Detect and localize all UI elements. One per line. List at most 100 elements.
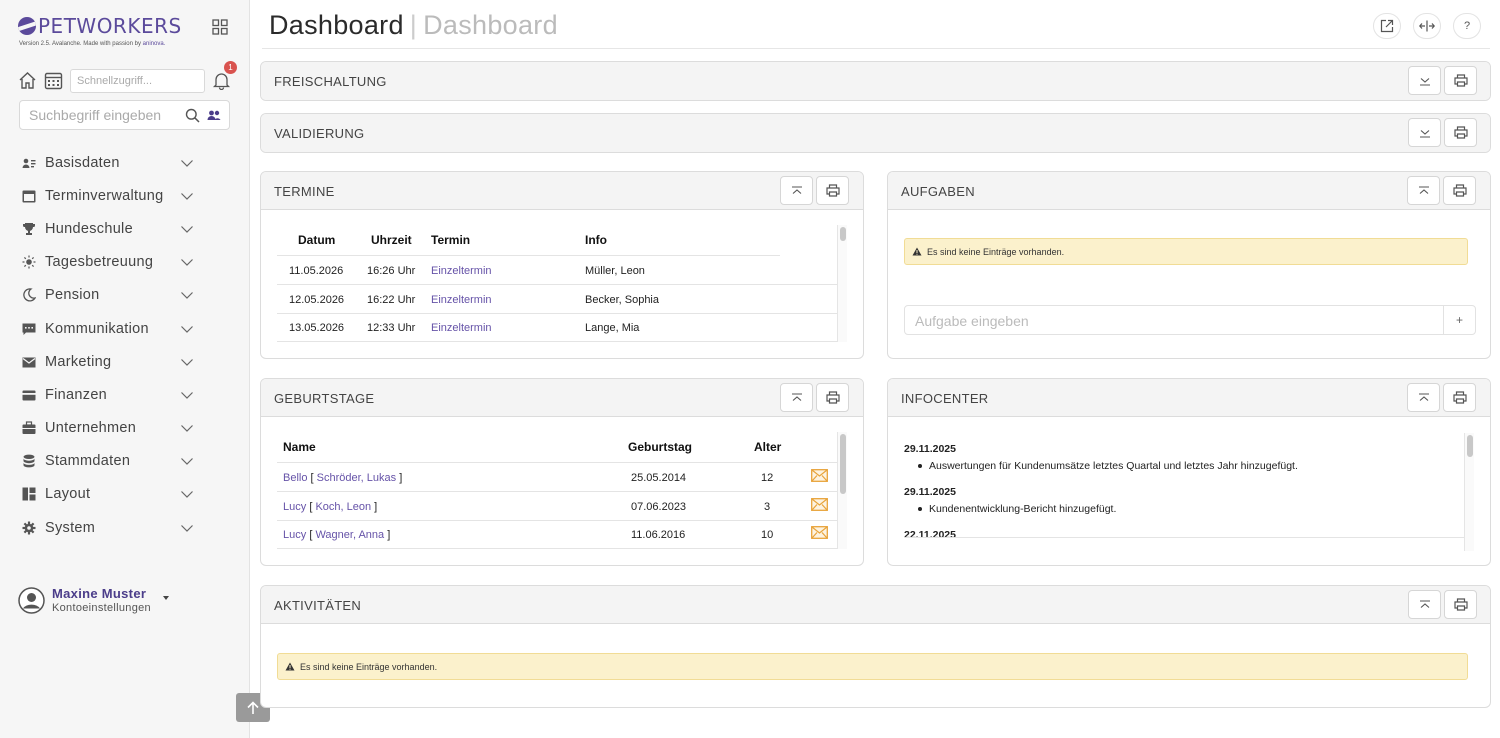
column-header[interactable]: Uhrzeit xyxy=(371,233,412,247)
sidebar-item-layout[interactable]: Layout xyxy=(0,478,250,511)
warning-icon xyxy=(285,662,295,671)
expand-width-button[interactable] xyxy=(1413,13,1441,39)
panel-header[interactable]: TERMINE xyxy=(261,172,863,210)
sun-icon xyxy=(22,255,36,269)
appointment-type-link[interactable]: Einzeltermin xyxy=(431,265,492,277)
pet-name-link[interactable]: Lucy xyxy=(283,501,306,513)
column-header[interactable]: Geburtstag xyxy=(628,440,692,454)
sidebar: PETWORKERS Version 2.5. Avalanche. Made … xyxy=(0,0,250,738)
task-input[interactable] xyxy=(915,313,1415,329)
sidebar-item-basisdaten[interactable]: Basisdaten xyxy=(0,146,250,179)
expand-panel-button[interactable] xyxy=(1408,66,1441,95)
collapse-panel-button[interactable] xyxy=(1408,590,1441,619)
appointment-type-link[interactable]: Einzeltermin xyxy=(431,322,492,334)
sidebar-item-finanzen[interactable]: Finanzen xyxy=(0,378,250,411)
panel-header[interactable]: AUFGABEN xyxy=(888,172,1490,210)
table-scrollbar[interactable] xyxy=(837,225,847,342)
pet-name-link[interactable]: Bello xyxy=(283,472,307,484)
scrollbar-thumb[interactable] xyxy=(840,434,846,494)
table-row[interactable]: 12.05.2026 16:22 Uhr Einzeltermin Becker… xyxy=(277,285,837,314)
calendar-icon[interactable] xyxy=(44,71,63,90)
appointment-type-link[interactable]: Einzeltermin xyxy=(431,294,492,306)
collapse-panel-button[interactable] xyxy=(780,383,813,412)
open-external-button[interactable] xyxy=(1373,13,1401,39)
print-button[interactable] xyxy=(816,383,849,412)
collapse-up-icon xyxy=(1418,392,1429,401)
table-row[interactable]: Lucy [ Wagner, Anna ] 11.06.2016 10 xyxy=(277,520,837,549)
trophy-icon xyxy=(22,222,36,235)
collapse-panel-button[interactable] xyxy=(1407,383,1440,412)
table-row[interactable]: Bello [ Schröder, Lukas ] 25.05.2014 12 xyxy=(277,463,837,492)
panel-aktivitaeten: AKTIVITÄTEN Es sind keine Einträge vorha… xyxy=(260,585,1491,708)
layout-icon xyxy=(22,487,36,501)
envelope-icon[interactable] xyxy=(811,526,828,539)
moon-icon xyxy=(23,288,36,302)
table-row[interactable]: 13.05.2026 12:33 Uhr Einzeltermin Lange,… xyxy=(277,313,837,342)
owner-name-link[interactable]: Wagner, Anna xyxy=(315,529,384,541)
sidebar-item-terminverwaltung[interactable]: Terminverwaltung xyxy=(0,179,250,212)
column-header[interactable]: Alter xyxy=(754,440,781,454)
user-menu[interactable]: Maxine Muster Kontoeinstellungen xyxy=(18,586,218,618)
pet-name-link[interactable]: Lucy xyxy=(283,529,306,541)
panel-header[interactable]: GEBURTSTAGE xyxy=(261,379,863,417)
print-button[interactable] xyxy=(816,176,849,205)
sidebar-item-marketing[interactable]: Marketing xyxy=(0,345,250,378)
scrollbar-thumb[interactable] xyxy=(840,227,846,241)
logo[interactable]: PETWORKERS xyxy=(18,14,182,38)
user-name: Maxine Muster xyxy=(52,586,147,601)
sidebar-item-hundeschule[interactable]: Hundeschule xyxy=(0,212,250,245)
help-button[interactable]: ? xyxy=(1453,13,1481,39)
panel-validierung: VALIDIERUNG xyxy=(260,113,1491,153)
quick-access-input[interactable] xyxy=(70,69,205,93)
users-icon[interactable] xyxy=(207,109,221,122)
infocenter-scrollbar[interactable] xyxy=(1464,433,1474,551)
table-scrollbar[interactable] xyxy=(837,432,847,549)
sidebar-item-label: System xyxy=(45,519,96,536)
column-header[interactable]: Name xyxy=(283,440,316,454)
print-button[interactable] xyxy=(1444,590,1477,619)
avatar-icon xyxy=(18,587,45,614)
account-settings-link[interactable]: Kontoeinstellungen xyxy=(52,602,151,614)
sidebar-item-stammdaten[interactable]: Stammdaten xyxy=(0,445,250,478)
table-row[interactable]: 11.05.2026 16:26 Uhr Einzeltermin Müller… xyxy=(277,256,837,285)
panel-header[interactable]: VALIDIERUNG xyxy=(261,114,1490,152)
home-icon[interactable] xyxy=(18,71,37,90)
owner-name-link[interactable]: Koch, Leon xyxy=(315,501,371,513)
time-cell: 12:33 Uhr xyxy=(367,322,416,334)
owner-name-link[interactable]: Schröder, Lukas xyxy=(317,472,397,484)
print-button[interactable] xyxy=(1444,66,1477,95)
expand-panel-button[interactable] xyxy=(1408,118,1441,147)
brand-name: PETWORKERS xyxy=(38,14,182,38)
scrollbar-thumb[interactable] xyxy=(1467,435,1473,457)
chevron-down-icon xyxy=(181,491,193,499)
panel-header[interactable]: AKTIVITÄTEN xyxy=(261,586,1490,624)
column-header[interactable]: Termin xyxy=(431,233,470,247)
collapse-panel-button[interactable] xyxy=(1407,176,1440,205)
search-icon[interactable] xyxy=(185,108,200,123)
mail-icon xyxy=(22,357,36,368)
panel-header[interactable]: FREISCHALTUNG xyxy=(261,62,1490,100)
print-button[interactable] xyxy=(1444,118,1477,147)
sidebar-item-tagesbetreuung[interactable]: Tagesbetreuung xyxy=(0,246,250,279)
add-task-button[interactable]: + xyxy=(1443,306,1475,334)
column-header[interactable]: Info xyxy=(585,233,607,247)
sidebar-item-label: Stammdaten xyxy=(45,453,131,470)
envelope-icon[interactable] xyxy=(811,469,828,482)
sidebar-item-pension[interactable]: Pension xyxy=(0,279,250,312)
sidebar-item-system[interactable]: System xyxy=(0,511,250,544)
appointments-table: Datum Uhrzeit Termin Info 11.05.2026 16:… xyxy=(277,225,847,342)
sidebar-item-unternehmen[interactable]: Unternehmen xyxy=(0,412,250,445)
column-header[interactable]: Datum xyxy=(298,233,335,247)
print-button[interactable] xyxy=(1443,176,1476,205)
sidebar-item-kommunikation[interactable]: Kommunikation xyxy=(0,312,250,345)
print-button[interactable] xyxy=(1443,383,1476,412)
search-input[interactable] xyxy=(29,107,179,123)
envelope-icon[interactable] xyxy=(811,498,828,511)
collapse-panel-button[interactable] xyxy=(780,176,813,205)
apps-grid-icon[interactable] xyxy=(212,19,228,35)
table-row[interactable]: Lucy [ Koch, Leon ] 07.06.2023 3 xyxy=(277,492,837,521)
panel-header[interactable]: INFOCENTER xyxy=(888,379,1490,417)
caret-down-icon[interactable] xyxy=(163,596,169,600)
sidebar-item-label: Marketing xyxy=(45,353,112,370)
birthday-cell: 25.05.2014 xyxy=(631,472,687,484)
